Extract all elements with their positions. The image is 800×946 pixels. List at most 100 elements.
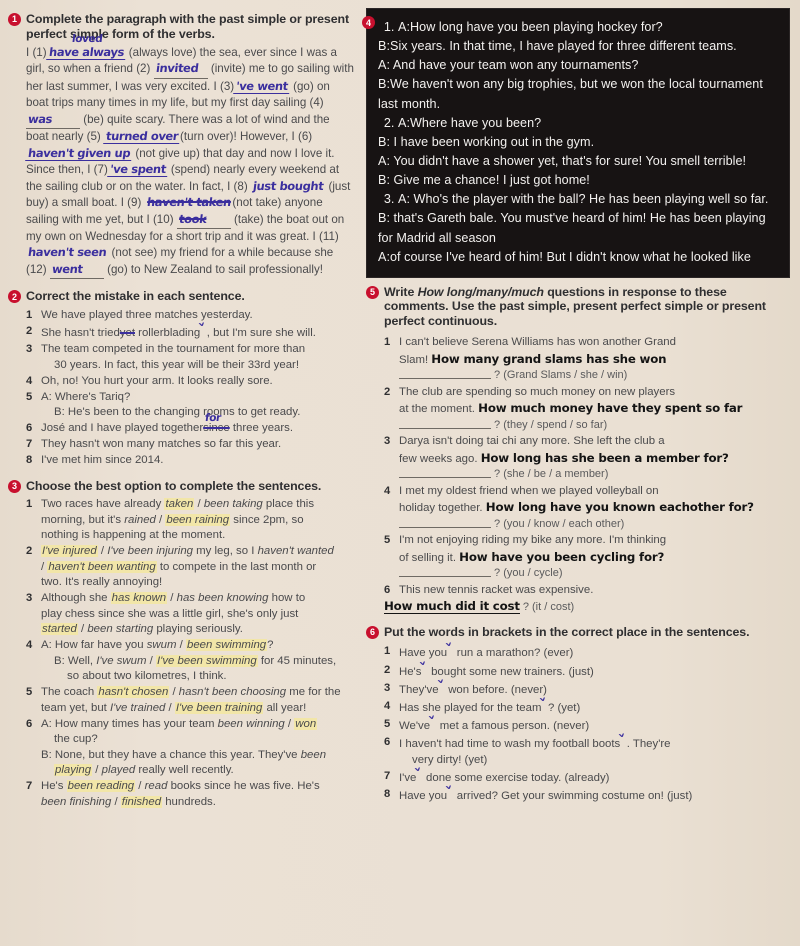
list-item: 4 I met my oldest friend when we played v…	[384, 484, 790, 533]
handwritten-answer[interactable]: How many grand slams has she won	[431, 352, 666, 366]
list-item: 6 I haven't had time to wash my football …	[384, 733, 790, 768]
option-text[interactable]: read	[145, 780, 168, 792]
answer-prompt: ? (you / cycle)	[491, 567, 563, 580]
option-text: /	[135, 780, 145, 793]
sentence-line2: very dirty! (yet)	[412, 753, 488, 766]
option-line: been finishing / finished hundreds.	[41, 795, 354, 811]
option-text: for 45 minutes,	[257, 654, 337, 667]
selected-option[interactable]: won	[294, 717, 318, 730]
comment-text-2: holiday together.	[399, 502, 486, 515]
option-text: my leg, so I	[193, 545, 258, 558]
dialogue-line: B: I have been working out in the gym.	[378, 134, 595, 149]
exercise-6-header: 6 Put the words in brackets in the corre…	[366, 625, 790, 640]
exercise-2: 2 Correct the mistake in each sentence. …	[8, 289, 354, 468]
option-text[interactable]: played	[102, 764, 136, 776]
option-text: play chess since she was a little girl, …	[41, 607, 299, 620]
selected-option[interactable]: I've injured	[41, 545, 98, 558]
item-number: 6	[26, 422, 33, 435]
option-text: /	[284, 717, 295, 730]
option-text: Although she	[41, 592, 111, 605]
item-number: 2	[384, 663, 391, 676]
item-text: , but I'm sure she will.	[206, 326, 316, 339]
item-number: 3	[384, 435, 391, 448]
selected-option[interactable]: been swimming	[185, 639, 268, 652]
option-text[interactable]: swum	[147, 639, 177, 651]
option-text[interactable]: been taking	[204, 498, 263, 510]
answer-blank[interactable]	[399, 566, 491, 578]
answer-blank[interactable]	[399, 467, 491, 479]
option-text[interactable]: been winning	[218, 718, 285, 730]
exercise-1-header: 1 Complete the paragraph with the past s…	[8, 12, 354, 41]
option-text: the cup?	[54, 733, 98, 746]
option-text[interactable]: been	[301, 749, 326, 761]
option-text: morning, but it's	[41, 513, 125, 526]
option-text: Two races have already	[41, 498, 165, 511]
item-number: 5	[384, 534, 391, 547]
list-item: 2 The club are spending so much money on …	[384, 385, 790, 434]
exercise-number-badge: 5	[366, 285, 379, 299]
handwriting-answer-5: turned over	[103, 129, 181, 144]
selected-option[interactable]: taken	[164, 498, 195, 511]
option-text: two. It's really annoying!	[41, 576, 163, 589]
dialogue-item: A: Who's the player with the ball? He ha…	[398, 190, 778, 209]
exercise-5-list: 1 I can't believe Serena Williams has won…	[384, 335, 790, 616]
option-text[interactable]: I've swum	[96, 655, 146, 667]
selected-option[interactable]: hasn't chosen	[97, 686, 170, 699]
selected-option[interactable]: playing	[54, 764, 93, 777]
list-item: 6 This new tennis racket was expensive. Ho…	[384, 583, 790, 616]
selected-option[interactable]: finished	[120, 795, 163, 808]
dialogue-line: B:Six years. In that time, I have played…	[378, 39, 737, 54]
handwriting-answer-1: have always	[45, 45, 127, 60]
exercise-2-instruction: Correct the mistake in each sentence.	[26, 289, 245, 304]
selected-option[interactable]: has known	[110, 592, 168, 605]
list-item: 3 Although she has known / has been knowi…	[26, 591, 354, 638]
option-text[interactable]: haven't wanted	[258, 545, 334, 557]
item-number: 3	[384, 681, 391, 694]
option-text: place this	[262, 498, 315, 511]
dialogue-line: A: And have your team won any tournament…	[378, 58, 639, 73]
list-item: 6 José and I have played together for since…	[26, 412, 354, 437]
option-text: /	[169, 686, 179, 699]
option-text[interactable]: been finishing	[41, 796, 111, 808]
selected-option[interactable]: been reading	[66, 780, 136, 793]
option-text[interactable]: been starting	[87, 623, 153, 635]
list-item: 5 I'm not enjoying riding my bike any mor…	[384, 533, 790, 582]
option-text[interactable]: I've trained	[110, 702, 165, 714]
selected-option[interactable]: haven't been wanting	[47, 560, 157, 573]
answer-blank[interactable]	[399, 517, 491, 528]
selected-option[interactable]: I've been swimming	[155, 654, 258, 667]
answer-blank-row: ? (Grand Slams / she / win)	[399, 368, 790, 384]
handwritten-answer[interactable]: How long has she been a member for?	[481, 451, 729, 465]
handwritten-answer[interactable]: How have you been cycling for?	[459, 550, 664, 564]
dialogue-line: B: Give me a chance! I just got home!	[378, 173, 590, 188]
option-text[interactable]: hasn't been choosing	[179, 686, 286, 698]
selected-option[interactable]: started	[41, 623, 78, 636]
list-item: 7 They hasn't won many matches so far thi…	[26, 437, 354, 453]
option-line: nothing is happening at the moment.	[41, 528, 354, 544]
list-item: 5 We've˅ met a famous person. (never)	[384, 715, 790, 735]
selected-option[interactable]: been raining	[165, 513, 231, 526]
item-number: 3	[26, 592, 33, 605]
option-line: Although she has known / has been knowin…	[41, 591, 354, 607]
handwriting-answer-3: 've went	[233, 79, 291, 94]
dialogue-line: A: You didn't have a shower yet, that's …	[378, 153, 747, 168]
answer-blank[interactable]	[399, 368, 491, 380]
item-number: 2	[384, 385, 391, 398]
handwriting-answer-8: just bought	[252, 178, 325, 193]
option-text[interactable]: I've been injuring	[107, 545, 193, 557]
option-text: team yet, but	[41, 701, 111, 714]
list-item: 3 They've˅ won before. (never)	[384, 678, 790, 699]
item-number: 7	[26, 780, 33, 793]
handwritten-answer[interactable]: How much did it cost	[384, 599, 520, 615]
sentence-pre: He's	[399, 665, 422, 678]
answer-row: How much did it cost ? (it / cost)	[384, 598, 790, 616]
item-number: 1	[384, 645, 391, 658]
selected-option[interactable]: I've been training	[174, 701, 264, 714]
answer-blank[interactable]	[399, 418, 491, 429]
option-text[interactable]: has been knowing	[177, 592, 269, 604]
option-text[interactable]: rained	[124, 514, 156, 526]
handwritten-answer[interactable]: How long have you known eachother for?	[486, 500, 754, 514]
handwritten-answer[interactable]: How much money have they spent so far	[478, 401, 742, 415]
item-number: 4	[384, 484, 391, 497]
dialogue-opening: A: Who's the player with the ball? He ha…	[398, 192, 769, 207]
